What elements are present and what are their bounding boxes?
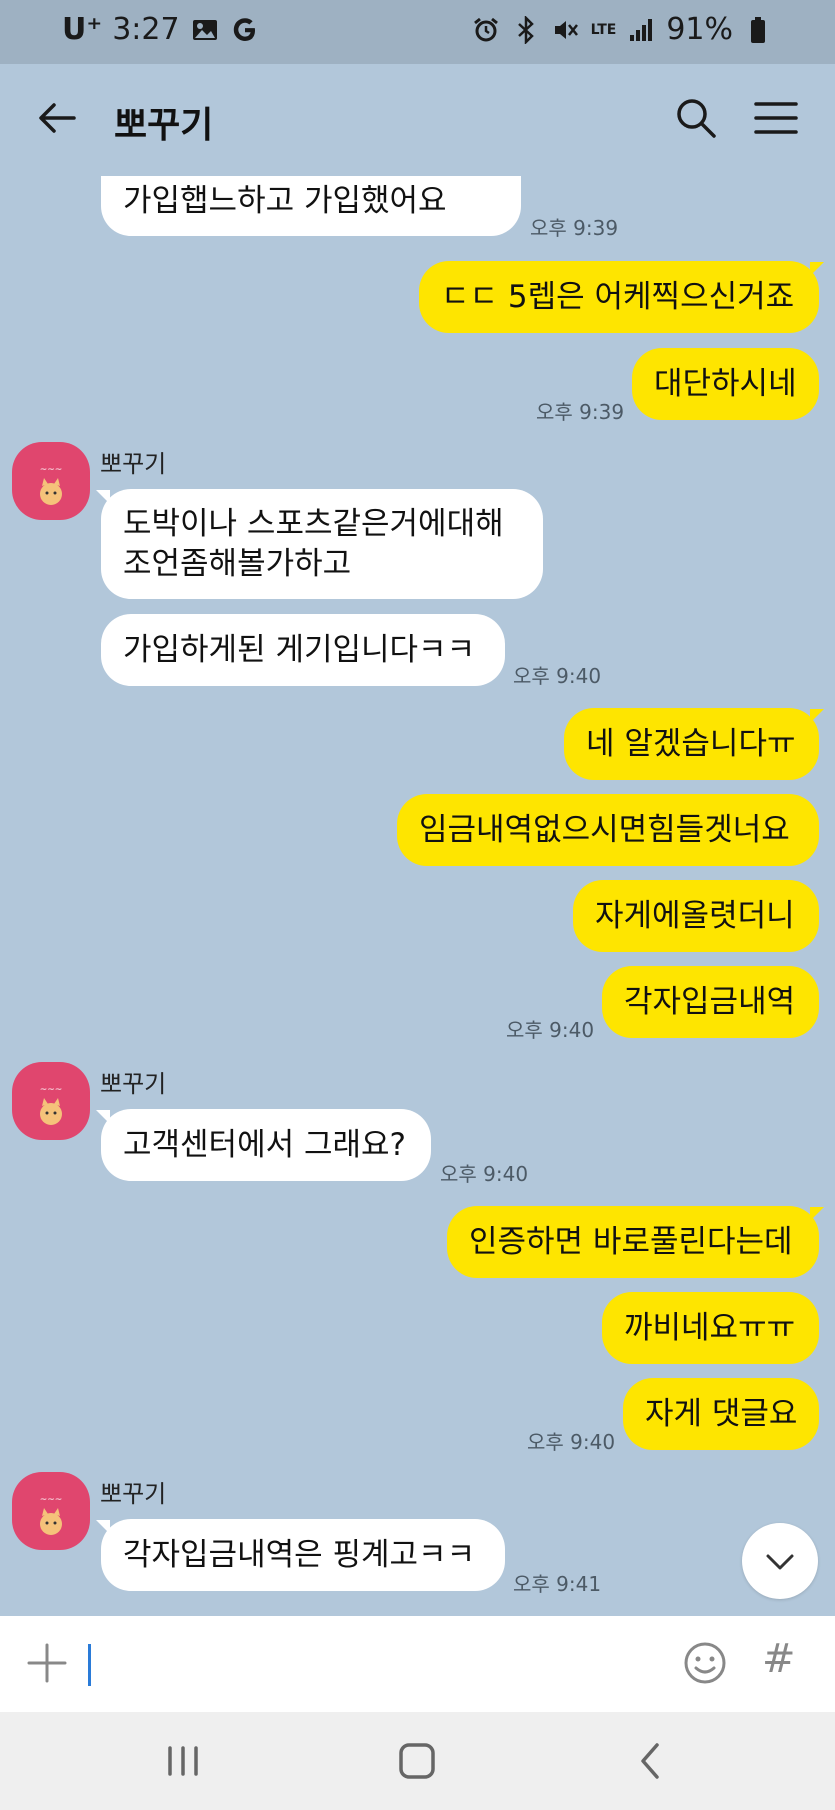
battery-percent: 91% bbox=[666, 12, 733, 47]
message-text: 가입햅느하고 가입했어요 bbox=[123, 183, 447, 219]
back-button[interactable] bbox=[34, 94, 82, 142]
sent-message-bubble[interactable]: 인증하면 바로풀린다는데 bbox=[447, 1206, 819, 1278]
received-message-bubble[interactable]: 가입햅느하고 가입했어요 bbox=[101, 176, 521, 236]
message-time: 오후 9:40 bbox=[440, 1162, 529, 1186]
svg-text:~~~: ~~~ bbox=[40, 1495, 63, 1505]
svg-text:~~~: ~~~ bbox=[40, 465, 63, 475]
avatar[interactable]: ~~~ bbox=[12, 442, 90, 520]
clock: 3:27 bbox=[112, 12, 180, 47]
gallery-icon bbox=[190, 15, 220, 45]
message-text: 도박이나 스포츠같은거에대해 조언좀해볼가하고 bbox=[123, 506, 504, 582]
message-time: 오후 9:39 bbox=[536, 400, 625, 424]
cat-character-icon: ~~~ bbox=[40, 1085, 63, 1125]
signal-icon bbox=[626, 15, 656, 45]
sender-name: 뽀꾸기 bbox=[100, 450, 167, 478]
chat-header: 뽀꾸기 bbox=[0, 64, 835, 176]
back-nav-button[interactable] bbox=[626, 1736, 676, 1786]
message-time: 오후 9:40 bbox=[527, 1430, 616, 1454]
message-text: 가입하게된 게기입니다ㅋㅋ bbox=[123, 632, 476, 668]
sent-message-bubble[interactable]: 자게 댓글요 bbox=[623, 1378, 819, 1450]
carrier-label: U⁺ bbox=[62, 12, 103, 47]
bluetooth-icon bbox=[511, 15, 541, 45]
received-message-bubble[interactable]: 고객센터에서 그래요? bbox=[101, 1109, 431, 1181]
menu-button[interactable] bbox=[752, 94, 800, 142]
message-text: 임금내역없으시면힘들겟너요 bbox=[419, 812, 790, 848]
message-text: 각자입금내역 bbox=[624, 984, 796, 1020]
sent-message-bubble[interactable]: 각자입금내역 bbox=[602, 966, 819, 1038]
sent-message-bubble[interactable]: 대단하시네 bbox=[632, 348, 819, 420]
received-message-bubble[interactable]: 가입하게된 게기입니다ㅋㅋ bbox=[101, 614, 505, 686]
search-button[interactable] bbox=[672, 94, 720, 142]
emoji-icon bbox=[684, 1642, 726, 1684]
message-text: 각자입금내역은 핑계고ㅋㅋ bbox=[123, 1537, 476, 1573]
sent-message-bubble[interactable]: 자게에올렷더니 bbox=[573, 880, 819, 952]
system-navigation-bar bbox=[0, 1712, 835, 1810]
message-time: 오후 9:39 bbox=[530, 216, 619, 240]
message-input[interactable] bbox=[86, 1636, 666, 1692]
message-text: 까비네요ㅠㅠ bbox=[624, 1310, 796, 1346]
message-text: 고객센터에서 그래요? bbox=[123, 1127, 406, 1163]
recent-apps-icon bbox=[168, 1746, 198, 1776]
sent-message-bubble[interactable]: 임금내역없으시면힘들겟너요 bbox=[397, 794, 819, 866]
back-chevron-icon bbox=[641, 1743, 659, 1779]
sent-message-bubble[interactable]: 네 알겠습니다ㅠ bbox=[564, 708, 819, 780]
sender-name: 뽀꾸기 bbox=[100, 1070, 167, 1098]
recent-apps-button[interactable] bbox=[158, 1736, 208, 1786]
home-button[interactable] bbox=[392, 1736, 442, 1786]
hashtag-button[interactable]: # bbox=[762, 1636, 796, 1682]
avatar[interactable]: ~~~ bbox=[12, 1472, 90, 1550]
battery-icon bbox=[743, 15, 773, 45]
bubble-tail bbox=[810, 709, 824, 723]
text-cursor bbox=[88, 1644, 91, 1686]
sent-message-bubble[interactable]: 까비네요ㅠㅠ bbox=[602, 1292, 819, 1364]
chat-title: 뽀꾸기 bbox=[114, 105, 214, 146]
sent-message-bubble[interactable]: ㄷㄷ 5렙은 어케찍으신거죠 bbox=[419, 261, 819, 333]
received-message-bubble[interactable]: 도박이나 스포츠같은거에대해 조언좀해볼가하고 bbox=[101, 489, 543, 599]
message-time: 오후 9:40 bbox=[513, 664, 602, 688]
message-text: 자게 댓글요 bbox=[645, 1396, 798, 1432]
message-input-bar: # bbox=[0, 1616, 835, 1712]
attach-button[interactable] bbox=[24, 1640, 70, 1686]
message-text: ㄷㄷ 5렙은 어케찍으신거죠 bbox=[441, 279, 795, 315]
cat-character-icon: ~~~ bbox=[40, 1495, 63, 1535]
emoji-button[interactable] bbox=[682, 1640, 728, 1686]
message-text: 자게에올렷더니 bbox=[595, 898, 795, 934]
bubble-tail bbox=[810, 262, 824, 276]
scroll-to-bottom-button[interactable] bbox=[742, 1523, 818, 1599]
chat-area[interactable]: 가입햅느하고 가입했어요 오후 9:39 ㄷㄷ 5렙은 어케찍으신거죠 대단하시… bbox=[0, 176, 835, 1616]
chevron-down-icon bbox=[766, 1554, 794, 1570]
status-bar: U⁺ 3:27 LTE 91% bbox=[0, 0, 835, 64]
svg-text:~~~: ~~~ bbox=[40, 1085, 63, 1095]
plus-icon bbox=[27, 1643, 67, 1683]
message-text: 대단하시네 bbox=[654, 366, 797, 402]
mute-icon bbox=[551, 15, 581, 45]
back-arrow-icon bbox=[39, 103, 76, 133]
home-icon bbox=[399, 1743, 435, 1779]
message-text: 인증하면 바로풀린다는데 bbox=[469, 1224, 793, 1260]
search-icon bbox=[677, 99, 716, 138]
status-left: U⁺ 3:27 bbox=[62, 12, 260, 47]
received-message-bubble[interactable]: 각자입금내역은 핑계고ㅋㅋ bbox=[101, 1519, 505, 1591]
network-label: LTE bbox=[590, 21, 617, 38]
sender-name: 뽀꾸기 bbox=[100, 1480, 167, 1508]
avatar[interactable]: ~~~ bbox=[12, 1062, 90, 1140]
message-text: 네 알겠습니다ㅠ bbox=[586, 726, 796, 762]
status-right: LTE 91% bbox=[471, 12, 773, 47]
google-icon bbox=[230, 15, 260, 45]
cat-character-icon: ~~~ bbox=[40, 465, 63, 505]
message-time: 오후 9:40 bbox=[506, 1018, 595, 1042]
hamburger-menu-icon bbox=[754, 102, 798, 134]
message-time: 오후 9:41 bbox=[513, 1572, 602, 1596]
bubble-tail bbox=[810, 1207, 824, 1221]
alarm-icon bbox=[471, 15, 501, 45]
